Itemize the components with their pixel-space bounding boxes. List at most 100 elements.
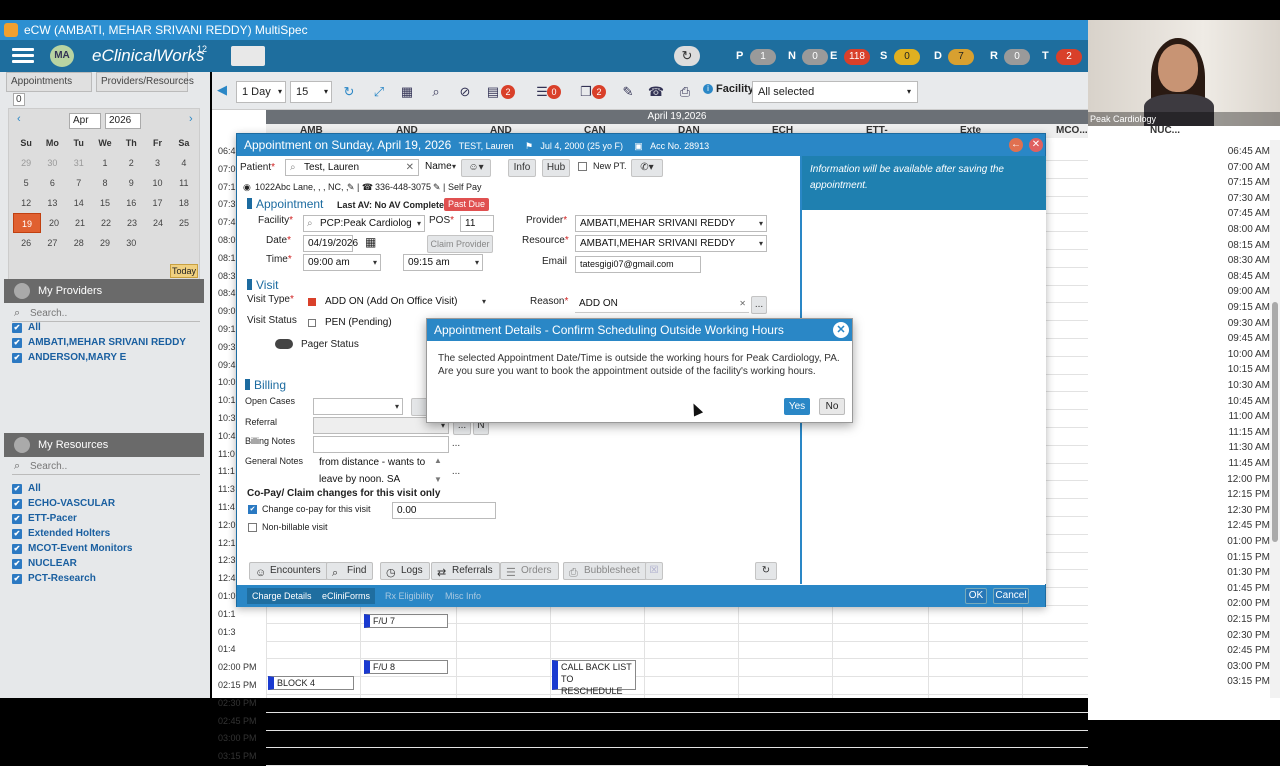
appointment-block[interactable]: F/U 7: [364, 614, 448, 628]
facility-field[interactable]: ⌕ PCP:Peak Cardiolog ▾: [303, 215, 425, 232]
calendar-day[interactable]: 20: [41, 213, 67, 233]
reason-field[interactable]: ADD ON ✕: [575, 296, 749, 313]
calendar-day[interactable]: 23: [119, 213, 145, 233]
tab-rx-eligibility[interactable]: Rx Eligibility: [380, 588, 439, 604]
calendar-day[interactable]: 3: [144, 153, 170, 173]
email-field[interactable]: tatesgigi07@gmail.com: [575, 256, 701, 273]
provider-checkbox-item[interactable]: AMBATI,MEHAR SRIVANI REDDY: [12, 336, 186, 350]
edit-icon[interactable]: ✎: [618, 82, 638, 102]
no-button[interactable]: No: [819, 398, 845, 415]
my-providers-header[interactable]: My Providers: [4, 279, 204, 303]
resources-search-input[interactable]: Search..: [12, 458, 200, 475]
resource-checkbox-item[interactable]: MCOT-Event Monitors: [12, 542, 132, 556]
hamburger-menu-icon[interactable]: [12, 48, 34, 64]
reload-icon[interactable]: ↻: [339, 82, 359, 102]
dialog-close-icon[interactable]: ✕: [833, 322, 849, 338]
delete-icon[interactable]: ☒: [645, 562, 663, 580]
resource-checkbox-item[interactable]: NUCLEAR: [12, 557, 77, 571]
calendar-day[interactable]: 15: [92, 193, 118, 213]
calendar-day[interactable]: 30: [118, 233, 144, 253]
year-select[interactable]: 2026: [105, 113, 141, 129]
calendar-day[interactable]: 1: [92, 153, 118, 173]
info-button[interactable]: Info: [508, 159, 536, 177]
calendar-day[interactable]: 11: [171, 173, 197, 193]
calendar-day[interactable]: 24: [145, 213, 171, 233]
refresh-form-icon[interactable]: ↻: [755, 562, 777, 580]
visit-status-select[interactable]: PEN (Pending): [321, 315, 431, 332]
bubblesheet-button[interactable]: ⎙ Bubblesheet: [563, 562, 647, 580]
calendar-day[interactable]: 4: [171, 153, 197, 173]
claim-provider-button[interactable]: Claim Provider: [427, 235, 493, 253]
my-resources-header[interactable]: My Resources: [4, 433, 204, 457]
schedule-column-header[interactable]: MCO...: [1056, 124, 1088, 138]
calendar-day[interactable]: 29: [13, 153, 39, 173]
today-button[interactable]: Today: [170, 264, 198, 278]
calendar-day[interactable]: 30: [39, 153, 65, 173]
appointment-block[interactable]: BLOCK 4: [268, 676, 354, 690]
calendar-day[interactable]: 12: [13, 193, 39, 213]
provider-select[interactable]: AMBATI,MEHAR SRIVANI REDDY ▾: [575, 215, 767, 232]
billing-notes-more-button[interactable]: ...: [447, 436, 465, 454]
resource-select[interactable]: AMBATI,MEHAR SRIVANI REDDY ▾: [575, 235, 767, 252]
interval-select[interactable]: 15 ▾: [290, 81, 332, 103]
calendar-day[interactable]: 13: [39, 193, 65, 213]
calendar-day[interactable]: 27: [39, 233, 65, 253]
encounters-button[interactable]: ☺ Encounters: [249, 562, 328, 580]
date-field[interactable]: 04/19/2026: [303, 235, 358, 252]
jellybean-p[interactable]: P1: [736, 48, 776, 65]
calendar-day[interactable]: 19: [13, 213, 41, 233]
tab-providers-resources[interactable]: Providers/Resources: [96, 72, 194, 92]
resource-checkbox-item[interactable]: PCT-Research: [12, 572, 96, 586]
tab-ecliniforms[interactable]: eCliniForms: [317, 588, 376, 604]
provider-checkbox-item[interactable]: ANDERSON,MARY E: [12, 351, 126, 365]
jellybean-d[interactable]: D7: [934, 48, 974, 65]
window-close-icon[interactable]: ✕: [1029, 138, 1043, 152]
date-picker-icon[interactable]: ▦: [365, 235, 376, 249]
cancel-button[interactable]: Cancel: [993, 588, 1029, 604]
scrollbar-thumb[interactable]: [1272, 302, 1278, 542]
calendar-search-icon[interactable]: ⌕: [426, 82, 446, 102]
billing-notes-field[interactable]: [313, 436, 449, 453]
resource-checkbox-item[interactable]: All: [12, 482, 41, 496]
providers-search-input[interactable]: Search..: [12, 305, 200, 322]
jellybean-s[interactable]: S0: [880, 48, 920, 65]
calendar-day[interactable]: 6: [39, 173, 65, 193]
user-avatar[interactable]: MA: [50, 45, 74, 67]
appointment-block[interactable]: CALL BACK LIST TO RESCHEDULE: [552, 660, 636, 696]
pager-toggle[interactable]: [275, 339, 293, 349]
resource-checkbox-item[interactable]: ETT-Pacer: [12, 512, 77, 526]
ok-button[interactable]: OK: [965, 588, 987, 604]
calendar-day[interactable]: 7: [66, 173, 92, 193]
calendar-day[interactable]: 22: [93, 213, 119, 233]
calendar-day[interactable]: 29: [92, 233, 118, 253]
change-copay-checkbox[interactable]: ✔: [248, 505, 257, 514]
info-icon[interactable]: i: [703, 84, 713, 94]
orders-button[interactable]: ☰ Orders: [500, 562, 559, 580]
resource-checkbox-item[interactable]: ECHO-VASCULAR: [12, 497, 115, 511]
collapse-left-icon[interactable]: ◀: [212, 80, 232, 100]
open-cases-select[interactable]: ▾: [313, 398, 403, 415]
tab-charge-details[interactable]: Charge Details: [247, 588, 317, 604]
jellybean-e[interactable]: E 118: [830, 48, 870, 65]
provider-checkbox-item[interactable]: All: [12, 321, 41, 335]
calendar-day[interactable]: 16: [118, 193, 144, 213]
referrals-button[interactable]: ⇄ Referrals: [431, 562, 500, 580]
calendar-day[interactable]: 5: [13, 173, 39, 193]
facility-select[interactable]: All selected ▾: [752, 81, 918, 103]
calendar-day[interactable]: 31: [66, 153, 92, 173]
general-notes-more-button[interactable]: ...: [449, 464, 463, 482]
jellybean-t[interactable]: T2: [1042, 48, 1082, 65]
tab-appointments[interactable]: Appointments 0: [6, 72, 92, 106]
calendar-day[interactable]: 10: [144, 173, 170, 193]
print-icon[interactable]: ⎙: [675, 82, 695, 102]
logs-button[interactable]: ◷ Logs: [380, 562, 430, 580]
appointment-block[interactable]: F/U 8: [364, 660, 448, 674]
calendar-icon[interactable]: ▦: [397, 82, 417, 102]
patient-field[interactable]: ⌕ Test, Lauren ✕: [285, 159, 419, 176]
pos-field[interactable]: 11: [460, 215, 494, 232]
notes-scroll-down-icon[interactable]: ▼: [434, 475, 442, 484]
grid-icon[interactable]: ▤: [483, 82, 503, 102]
calendar-day[interactable]: 14: [66, 193, 92, 213]
calendar-day[interactable]: 18: [171, 193, 197, 213]
calendar-day[interactable]: 25: [171, 213, 197, 233]
